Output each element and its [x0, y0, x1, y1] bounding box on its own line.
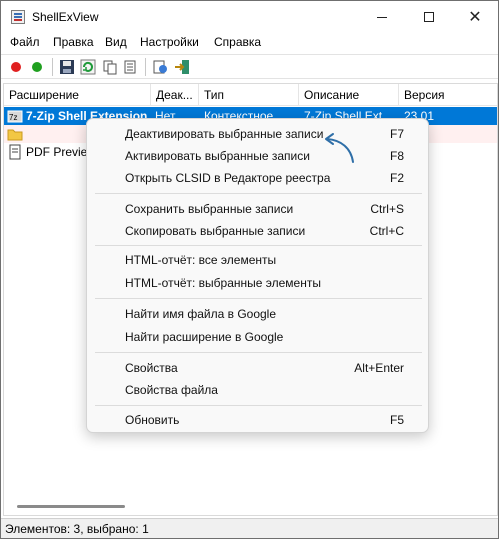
menu-item-refresh[interactable]: Обновить F5 [91, 409, 424, 431]
archive-icon: 7z [7, 110, 23, 123]
menu-separator [95, 298, 422, 299]
menu-view[interactable]: Вид [105, 35, 127, 49]
menu-bar: Файл Правка Вид Настройки Справка [1, 33, 498, 53]
menu-separator [95, 405, 422, 406]
save-button[interactable] [58, 58, 76, 76]
menu-item-properties[interactable]: Свойства Alt+Enter [91, 357, 424, 379]
menu-separator [95, 245, 422, 246]
app-window: ShellExView ✕ Файл Правка Вид Настройки … [0, 0, 499, 539]
menu-item-shortcut: F2 [389, 171, 404, 185]
menu-edit[interactable]: Правка [53, 35, 94, 49]
exit-icon [175, 60, 189, 74]
context-menu: Деактивировать выбранные записи F7 Актив… [86, 118, 429, 433]
menu-item-label: Обновить [125, 413, 180, 427]
enable-icon [32, 62, 42, 72]
menu-separator [95, 193, 422, 194]
minimize-button[interactable] [359, 1, 405, 33]
menu-item-shortcut: Ctrl+S [370, 202, 404, 216]
column-header-extension[interactable]: Расширение [4, 84, 151, 106]
maximize-button[interactable] [406, 1, 452, 33]
menu-item-shortcut: F5 [389, 413, 404, 427]
menu-settings[interactable]: Настройки [140, 35, 199, 49]
report-button[interactable] [122, 58, 140, 76]
minimize-icon [377, 16, 387, 18]
title-bar: ShellExView ✕ [1, 1, 498, 33]
menu-item-google-extension[interactable]: Найти расширение в Google [91, 326, 424, 348]
copy-icon [103, 60, 117, 75]
horizontal-scrollbar[interactable] [17, 505, 125, 508]
exit-button[interactable] [173, 58, 191, 76]
menu-item-shortcut: F7 [389, 127, 404, 141]
refresh-icon [80, 59, 96, 75]
menu-item-save-selected[interactable]: Сохранить выбранные записи Ctrl+S [91, 198, 424, 220]
menu-item-html-report-selected[interactable]: HTML-отчёт: выбранные элементы [91, 272, 424, 294]
app-icon [11, 10, 25, 24]
annotation-arrow-icon [325, 133, 354, 163]
menu-item-label: HTML-отчёт: все элементы [125, 253, 277, 267]
menu-item-enable-selected[interactable]: Активировать выбранные записи F8 [91, 145, 424, 167]
menu-item-shortcut: Ctrl+C [369, 224, 404, 238]
disable-icon [11, 62, 21, 72]
menu-item-label: Найти имя файла в Google [125, 307, 277, 321]
window-title: ShellExView [32, 10, 99, 24]
menu-item-html-report-all[interactable]: HTML-отчёт: все элементы [91, 249, 424, 271]
report-icon [124, 60, 136, 74]
menu-help[interactable]: Справка [214, 35, 261, 49]
enable-button[interactable] [28, 58, 46, 76]
menu-item-copy-selected[interactable]: Скопировать выбранные записи Ctrl+C [91, 220, 424, 242]
copy-button[interactable] [101, 58, 119, 76]
status-text: Элементов: 3, выбрано: 1 [5, 522, 149, 536]
document-icon [9, 144, 21, 160]
menu-item-label: Открыть CLSID в Редакторе реестра [125, 171, 331, 185]
menu-item-disable-selected[interactable]: Деактивировать выбранные записи F7 [91, 123, 424, 145]
toolbar-separator [145, 58, 146, 76]
column-header-type[interactable]: Тип [199, 84, 299, 106]
maximize-icon [424, 12, 434, 22]
menu-item-label: Сохранить выбранные записи [125, 202, 294, 216]
column-header-disabled[interactable]: Деак... [151, 84, 199, 106]
menu-item-label: Деактивировать выбранные записи [125, 127, 324, 141]
menu-item-file-properties[interactable]: Свойства файла [91, 379, 424, 401]
folder-icon [7, 129, 23, 141]
menu-item-label: HTML-отчёт: выбранные элементы [125, 276, 321, 290]
menu-item-label: Найти расширение в Google [125, 330, 284, 344]
list-header: Расширение Деак... Тип Описание Версия [4, 84, 497, 106]
menu-item-label: Свойства файла [125, 383, 218, 397]
toolbar [1, 54, 498, 79]
column-header-version[interactable]: Версия [399, 84, 497, 106]
close-button[interactable]: ✕ [452, 1, 498, 33]
properties-button[interactable] [151, 58, 169, 76]
close-icon: ✕ [468, 7, 482, 26]
menu-item-label: Свойства [125, 361, 178, 375]
menu-item-label: Активировать выбранные записи [125, 149, 310, 163]
column-header-description[interactable]: Описание [299, 84, 399, 106]
svg-text:7z: 7z [9, 113, 17, 122]
status-bar: Элементов: 3, выбрано: 1 [1, 518, 498, 538]
properties-icon [153, 60, 167, 74]
menu-item-shortcut: F8 [389, 149, 404, 163]
save-icon [60, 60, 74, 74]
menu-file[interactable]: Файл [10, 35, 40, 49]
disable-button[interactable] [7, 58, 25, 76]
menu-item-shortcut: Alt+Enter [354, 361, 404, 375]
menu-item-label: Скопировать выбранные записи [125, 224, 306, 238]
menu-separator [95, 352, 422, 353]
refresh-button[interactable] [79, 58, 97, 76]
menu-item-open-clsid[interactable]: Открыть CLSID в Редакторе реестра F2 [91, 167, 424, 189]
menu-item-google-filename[interactable]: Найти имя файла в Google [91, 303, 424, 325]
toolbar-separator [52, 58, 53, 76]
